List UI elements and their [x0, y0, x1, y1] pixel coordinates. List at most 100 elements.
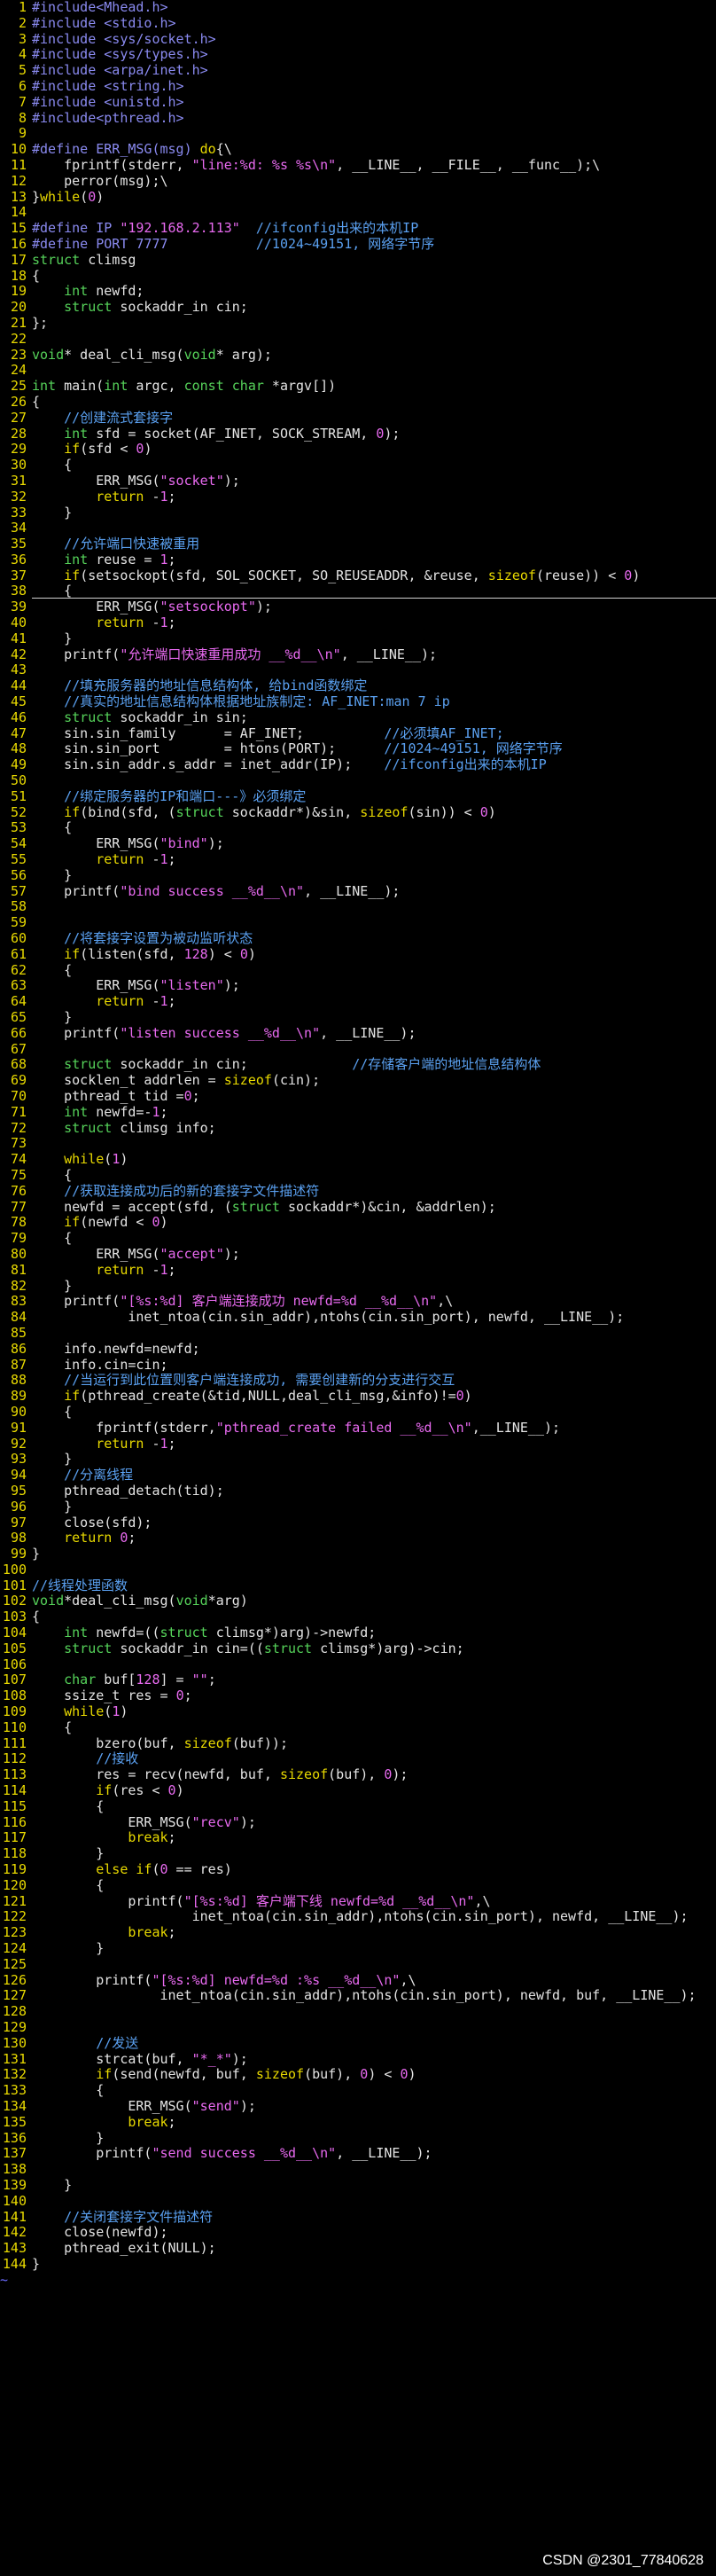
code-line[interactable]: 81 return -1; — [0, 1263, 716, 1279]
code-line[interactable]: 1 #include<Mhead.h> — [0, 0, 716, 16]
code-line[interactable]: 107 char buf[128] = ""; — [0, 1672, 716, 1688]
code-line[interactable]: 62 { — [0, 963, 716, 979]
code-line[interactable]: 41 } — [0, 631, 716, 647]
code-line[interactable]: 18 { — [0, 269, 716, 285]
code-line[interactable]: 20 struct sockaddr_in cin; — [0, 300, 716, 316]
code-line[interactable]: 126 printf("[%s:%d] newfd=%d :%s __%d__\… — [0, 1973, 716, 1989]
code-line[interactable]: 83 printf("[%s:%d] 客户端连接成功 newfd=%d __%d… — [0, 1294, 716, 1310]
code-line[interactable]: 10 #define ERR_MSG(msg) do{\ — [0, 142, 716, 158]
code-line[interactable]: 129 — [0, 2020, 716, 2036]
code-line[interactable]: 91 fprintf(stderr,"pthread_create failed… — [0, 1421, 716, 1437]
code-line[interactable]: 90 { — [0, 1405, 716, 1421]
code-line[interactable]: 53 { — [0, 820, 716, 836]
code-line[interactable]: 61 if(listen(sfd, 128) < 0) — [0, 947, 716, 963]
code-line[interactable]: 112 //接收 — [0, 1751, 716, 1767]
code-line[interactable]: 45 //真实的地址信息结构体根据地址族制定: AF_INET:man 7 ip — [0, 694, 716, 710]
code-line[interactable]: 110 { — [0, 1720, 716, 1736]
code-line[interactable]: 134 ERR_MSG("send"); — [0, 2099, 716, 2115]
code-line[interactable]: 39 ERR_MSG("setsockopt"); — [0, 599, 716, 615]
code-line[interactable]: 131 strcat(buf, "*_*"); — [0, 2052, 716, 2068]
code-line[interactable]: 51 //绑定服务器的IP和端口---》必须绑定 — [0, 789, 716, 805]
code-line[interactable]: 138 — [0, 2162, 716, 2178]
code-line[interactable]: 111 bzero(buf, sizeof(buf)); — [0, 1736, 716, 1752]
code-line[interactable]: 94 //分离线程 — [0, 1468, 716, 1484]
code-line[interactable]: 98 return 0; — [0, 1531, 716, 1546]
code-line[interactable]: 46 struct sockaddr_in sin; — [0, 710, 716, 726]
code-line[interactable]: 29 if(sfd < 0) — [0, 442, 716, 458]
code-line[interactable]: 73 — [0, 1136, 716, 1152]
code-line[interactable]: 86 info.newfd=newfd; — [0, 1342, 716, 1358]
code-line[interactable]: 114 if(res < 0) — [0, 1783, 716, 1799]
code-line[interactable]: 68 struct sockaddr_in cin; //存储客户端的地址信息结… — [0, 1057, 716, 1073]
code-line[interactable]: 79 { — [0, 1231, 716, 1247]
code-line[interactable]: 42 printf("允许端口快速重用成功 __%d__\n", __LINE_… — [0, 647, 716, 663]
code-line[interactable]: 104 int newfd=((struct climsg*)arg)->new… — [0, 1625, 716, 1641]
code-line[interactable]: 89 if(pthread_create(&tid,NULL,deal_cli_… — [0, 1389, 716, 1405]
code-line[interactable]: 97 close(sfd); — [0, 1515, 716, 1531]
code-line[interactable]: 27 //创建流式套接字 — [0, 411, 716, 427]
code-line[interactable]: 75 { — [0, 1168, 716, 1184]
code-line[interactable]: 7 #include <unistd.h> — [0, 95, 716, 111]
code-line[interactable]: 141 //关闭套接字文件描述符 — [0, 2210, 716, 2226]
code-line[interactable]: 17 struct climsg — [0, 253, 716, 269]
code-line[interactable]: 21}; — [0, 316, 716, 332]
code-line[interactable]: 118 } — [0, 1846, 716, 1862]
code-line[interactable]: 87 info.cin=cin; — [0, 1358, 716, 1374]
code-line[interactable]: 119 else if(0 == res) — [0, 1862, 716, 1878]
code-line[interactable]: 26 { — [0, 395, 716, 411]
code-line[interactable]: 2 #include <stdio.h> — [0, 16, 716, 32]
code-line[interactable]: 82 } — [0, 1279, 716, 1295]
code-line[interactable]: 136 } — [0, 2131, 716, 2147]
code-line[interactable]: 102 void*deal_cli_msg(void*arg) — [0, 1593, 716, 1609]
code-line[interactable]: 25 int main(int argc, const char *argv[]) — [0, 379, 716, 395]
code-line[interactable]: 116 ERR_MSG("recv"); — [0, 1815, 716, 1831]
code-line[interactable]: 117 break; — [0, 1830, 716, 1846]
code-line[interactable]: 103 { — [0, 1609, 716, 1625]
code-line[interactable]: 124 } — [0, 1941, 716, 1957]
code-line[interactable]: 33 } — [0, 505, 716, 521]
code-line[interactable]: 59 — [0, 915, 716, 931]
code-line[interactable]: 133 { — [0, 2083, 716, 2099]
code-line[interactable]: 95 pthread_detach(tid); — [0, 1484, 716, 1499]
code-line[interactable]: 128 — [0, 2004, 716, 2020]
code-line[interactable]: 135 break; — [0, 2115, 716, 2131]
code-line[interactable]: 22 — [0, 332, 716, 348]
code-line[interactable]: 52 if(bind(sfd, (struct sockaddr*)&sin, … — [0, 805, 716, 821]
code-line[interactable]: 88 //当运行到此位置则客户端连接成功, 需要创建新的分支进行交互 — [0, 1373, 716, 1389]
code-line[interactable]: 31 ERR_MSG("socket"); — [0, 474, 716, 489]
code-line[interactable]: 92 return -1; — [0, 1437, 716, 1452]
code-line[interactable]: 99} — [0, 1546, 716, 1562]
code-line[interactable]: 64 return -1; — [0, 994, 716, 1010]
code-line[interactable]: 36 int reuse = 1; — [0, 552, 716, 568]
code-line[interactable]: 122 inet_ntoa(cin.sin_addr),ntohs(cin.si… — [0, 1909, 716, 1925]
code-line[interactable]: 108 ssize_t res = 0; — [0, 1688, 716, 1704]
code-line[interactable]: 139 } — [0, 2178, 716, 2194]
code-line[interactable]: 37 if(setsockopt(sfd, SOL_SOCKET, SO_REU… — [0, 568, 716, 584]
code-line[interactable]: 121 printf("[%s:%d] 客户端下线 newfd=%d __%d_… — [0, 1894, 716, 1910]
code-line[interactable]: 38 { — [0, 583, 716, 599]
code-line[interactable]: 67 — [0, 1042, 716, 1058]
code-line[interactable]: 40 return -1; — [0, 615, 716, 631]
code-line[interactable]: 77 newfd = accept(sfd, (struct sockaddr*… — [0, 1200, 716, 1216]
code-line[interactable]: 16 #define PORT 7777 //1024~49151, 网络字节序 — [0, 237, 716, 253]
code-line[interactable]: 63 ERR_MSG("listen"); — [0, 978, 716, 994]
code-line[interactable]: 4 #include <sys/types.h> — [0, 47, 716, 63]
code-line[interactable]: 6 #include <string.h> — [0, 79, 716, 95]
code-line[interactable]: 19 int newfd; — [0, 284, 716, 300]
code-line[interactable]: 76 //获取连接成功后的新的套接字文件描述符 — [0, 1184, 716, 1200]
code-line[interactable]: 80 ERR_MSG("accept"); — [0, 1247, 716, 1263]
code-line[interactable]: 47 sin.sin_family = AF_INET; //必须填AF_INE… — [0, 726, 716, 742]
code-line[interactable]: 50 — [0, 773, 716, 789]
code-line[interactable]: 60 //将套接字设置为被动监听状态 — [0, 931, 716, 947]
code-line[interactable]: 127 inet_ntoa(cin.sin_addr),ntohs(cin.si… — [0, 1988, 716, 2004]
code-editor[interactable]: 1 #include<Mhead.h> 2 #include <stdio.h> 3 #i… — [0, 0, 716, 2289]
code-line[interactable]: 106 — [0, 1657, 716, 1673]
code-line[interactable]: 72 struct climsg info; — [0, 1121, 716, 1137]
code-line[interactable]: 35 //允许端口快速被重用 — [0, 536, 716, 552]
code-line[interactable]: 34 — [0, 521, 716, 536]
code-line[interactable]: 123 break; — [0, 1925, 716, 1941]
code-line[interactable]: 96 } — [0, 1499, 716, 1515]
code-line[interactable]: 140 — [0, 2194, 716, 2210]
code-line[interactable]: 15 #define IP "192.168.2.113" //ifconfig出… — [0, 221, 716, 237]
code-line[interactable]: 120 { — [0, 1878, 716, 1894]
